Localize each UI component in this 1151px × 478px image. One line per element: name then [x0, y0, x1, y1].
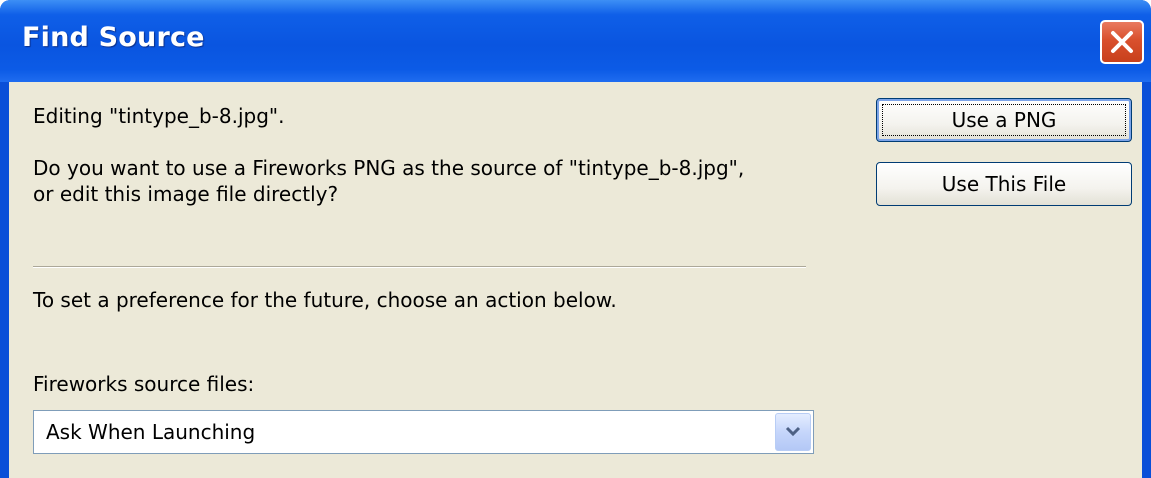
- question-text-line1: Do you want to use a Fireworks PNG as th…: [33, 156, 745, 180]
- window-title: Find Source: [22, 22, 205, 53]
- close-icon: [1111, 31, 1133, 53]
- use-this-file-button-label: Use This File: [941, 172, 1067, 196]
- dialog-body: Editing "tintype_b-8.jpg". Do you want t…: [9, 82, 1142, 478]
- title-bar[interactable]: Find Source: [0, 0, 1151, 82]
- source-files-select-value: Ask When Launching: [46, 420, 256, 444]
- use-png-button-label: Use a PNG: [951, 108, 1057, 132]
- preference-text: To set a preference for the future, choo…: [33, 288, 617, 312]
- question-text-line2: or edit this image file directly?: [33, 182, 339, 206]
- source-files-select[interactable]: Ask When Launching: [33, 410, 814, 454]
- dropdown-button[interactable]: [775, 413, 811, 451]
- use-this-file-button[interactable]: Use This File: [876, 162, 1132, 206]
- separator: [33, 266, 806, 268]
- use-png-button[interactable]: Use a PNG: [876, 98, 1132, 142]
- chevron-down-icon: [785, 426, 801, 437]
- close-button[interactable]: [1100, 20, 1144, 64]
- editing-text: Editing "tintype_b-8.jpg".: [33, 104, 285, 128]
- dialog-window: Find Source Editing "tintype_b-8.jpg". D…: [0, 0, 1151, 478]
- source-files-label: Fireworks source files:: [33, 372, 255, 396]
